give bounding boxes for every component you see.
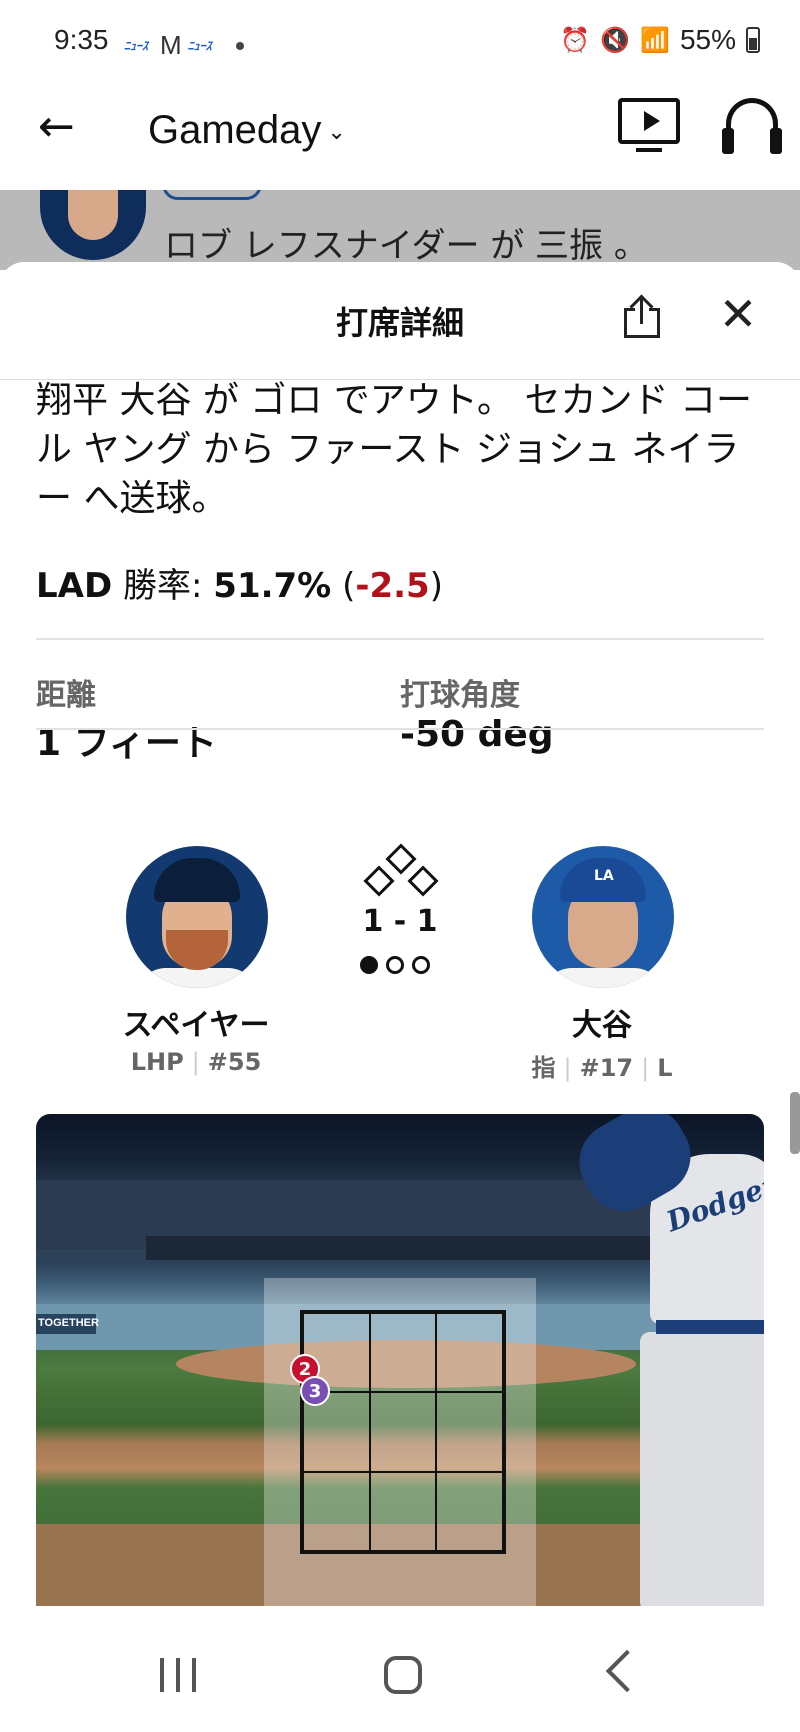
wifi-icon: 📶 xyxy=(640,26,670,54)
stadium-banner: TOGETHER xyxy=(36,1314,99,1334)
batter-figure: Dodgers xyxy=(564,1114,764,1606)
status-right-icons: ⏰ 🔇 📶 55% xyxy=(560,24,760,56)
base-diamond xyxy=(360,843,442,904)
pitcher-hand: LHP xyxy=(130,1048,184,1076)
win-prob-label: 勝率: xyxy=(123,566,203,606)
win-prob-delta-value: -2.5 xyxy=(355,566,430,606)
out-dot-icon xyxy=(412,956,430,974)
recent-apps-icon[interactable] xyxy=(160,1658,196,1692)
launch-angle-value: -50 deg xyxy=(400,714,554,755)
pitch-visualization[interactable]: TOGETHER Dodgers 2 3 xyxy=(36,1114,764,1606)
close-icon[interactable]: ✕ xyxy=(712,288,764,340)
launch-angle-label: 打球角度 xyxy=(400,678,520,713)
win-prob-delta: (-2.5) xyxy=(342,566,443,606)
pitcher-name: スペイヤー xyxy=(122,1008,270,1043)
battery-percent: 55% xyxy=(679,24,736,55)
pitch-marker[interactable]: 3 xyxy=(300,1376,330,1406)
pitcher-avatar[interactable] xyxy=(126,846,268,988)
win-prob-value: 51.7% xyxy=(213,566,332,606)
app-title-text: Gameday xyxy=(148,108,322,152)
back-arrow-icon[interactable]: ← xyxy=(38,102,88,152)
divider xyxy=(36,728,764,730)
batter-meta: 指 | #17 | L xyxy=(531,1054,673,1082)
outs-indicator xyxy=(360,956,430,974)
play-description: 翔平 大谷 が ゴロ でアウト。 セカンド コール ヤング から ファースト ジ… xyxy=(36,380,752,519)
status-time: 9:35 xyxy=(54,24,109,55)
distance-label: 距離 xyxy=(36,678,96,713)
pitcher-number: #55 xyxy=(207,1048,262,1076)
headphones-icon[interactable] xyxy=(722,98,782,156)
strikeout-badge xyxy=(162,190,262,200)
gmail-icon: M xyxy=(160,30,182,60)
background-play-text: ロブ レフスナイダー が 三振 。 xyxy=(164,226,648,266)
win-probability: LAD 勝率: 51.7% (-2.5) xyxy=(36,558,443,607)
pitcher-meta: LHP | #55 xyxy=(130,1048,262,1076)
third-base-icon xyxy=(363,865,395,897)
batter-number: #17 xyxy=(579,1054,634,1082)
batter-name: 大谷 xyxy=(572,1008,632,1043)
home-icon[interactable] xyxy=(384,1656,422,1694)
first-base-icon xyxy=(407,865,439,897)
gameday-title-dropdown[interactable]: Gameday ⌄ xyxy=(148,108,346,153)
strike-zone-grid xyxy=(300,1310,506,1554)
player-avatar xyxy=(40,190,146,260)
mute-icon: 🔇 xyxy=(600,26,631,54)
out-dot-icon xyxy=(360,956,378,974)
notification-dot-icon xyxy=(235,41,244,50)
win-prob-team: LAD xyxy=(36,566,113,606)
batter-avatar[interactable]: LA xyxy=(532,846,674,988)
sheet-title: 打席詳細 xyxy=(335,304,464,342)
alarm-icon: ⏰ xyxy=(560,26,591,54)
dodgers-logo-icon: LA xyxy=(594,868,614,884)
tv-play-icon[interactable] xyxy=(618,98,680,154)
share-icon[interactable] xyxy=(624,294,662,338)
status-bar: 9:35 ﾆｭｰｽ M ﾆｭｰｽ ⏰ 🔇 📶 55% xyxy=(0,0,800,80)
news-icon: ﾆｭｰｽ xyxy=(187,38,212,53)
status-left-icons: ﾆｭｰｽ M ﾆｭｰｽ xyxy=(124,30,244,61)
divider xyxy=(36,638,764,640)
ball-strike-count: 1 - 1 xyxy=(362,904,438,939)
news-icon: ﾆｭｰｽ xyxy=(124,38,149,53)
at-bat-detail-sheet: 打席詳細 ✕ 翔平 大谷 が ゴロ でアウト。 セカンド コール ヤング から … xyxy=(0,262,800,1608)
system-nav-bar xyxy=(0,1608,800,1732)
sheet-header: 打席詳細 ✕ xyxy=(0,262,800,380)
second-base-icon xyxy=(385,843,417,875)
batter-position: 指 xyxy=(531,1054,556,1082)
battery-icon xyxy=(746,27,760,53)
batter-bats: L xyxy=(657,1054,673,1082)
chevron-down-icon: ⌄ xyxy=(327,119,346,145)
nav-back-icon[interactable] xyxy=(605,1649,649,1693)
background-play-row: ロブ レフスナイダー が 三振 。 xyxy=(0,190,800,270)
out-dot-icon xyxy=(386,956,404,974)
app-bar: ← Gameday ⌄ xyxy=(0,80,800,190)
distance-value: 1 フィート xyxy=(36,723,217,764)
scrollbar-thumb[interactable] xyxy=(790,1092,800,1154)
